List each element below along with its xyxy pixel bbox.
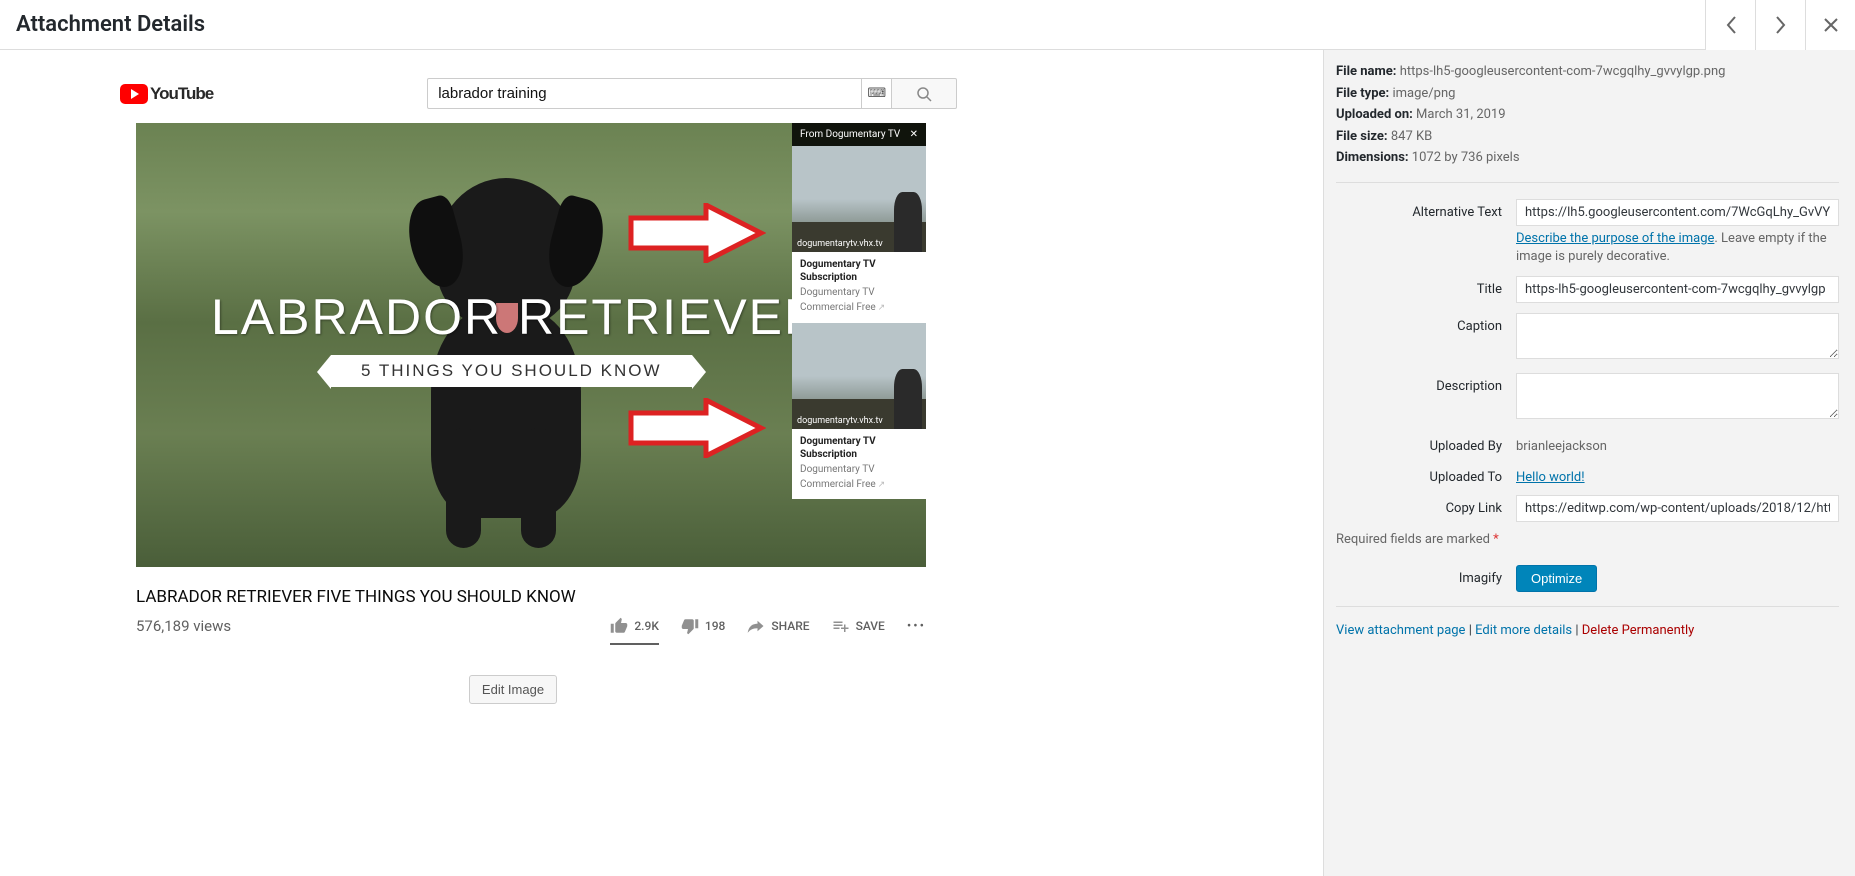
uploaded-by-label: Uploaded By [1336,433,1516,454]
description-label: Description [1336,373,1516,394]
youtube-logo: YouTube [120,84,213,104]
thumbnail-title: LABRADOR RETRIEVER [211,288,822,346]
meta-uploaded-on: March 31, 2019 [1416,107,1506,122]
header-nav [1705,0,1855,49]
caption-input[interactable] [1516,313,1839,359]
required-note: Required fields are marked * [1336,532,1839,547]
close-button[interactable] [1805,0,1855,50]
like-button: 2.9K [610,617,659,645]
meta-dimensions: 1072 by 736 pixels [1412,150,1520,165]
video-thumbnail: LABRADOR RETRIEVER 5 THINGS YOU SHOULD K… [136,123,926,567]
alt-text-input[interactable] [1516,199,1839,226]
delete-link[interactable]: Delete Permanently [1582,623,1695,638]
external-icon: ↗ [878,303,886,315]
arrow-icon [626,203,766,263]
more-icon: ••• [907,619,926,634]
caption-label: Caption [1336,313,1516,334]
edit-image-button[interactable]: Edit Image [469,675,557,704]
meta-filename: https-lh5-googleusercontent-com-7wcgqlhy… [1400,64,1726,79]
share-icon [747,617,765,635]
playlist-add-icon [832,617,850,635]
alt-help-link[interactable]: Describe the purpose of the image [1516,231,1714,246]
action-links: View attachment page | Edit more details… [1336,623,1839,638]
yt-search-input [427,78,862,109]
external-icon: ↗ [878,480,886,492]
uploaded-to-label: Uploaded To [1336,464,1516,485]
meta-filesize: 847 KB [1391,129,1432,144]
chevron-right-icon [1775,15,1787,35]
view-attachment-link[interactable]: View attachment page [1336,623,1465,638]
end-cards: From Dogumentary TV ✕ dogumentarytv.vhx.… [792,123,926,499]
description-input[interactable] [1516,373,1839,419]
keyboard-icon: ⌨ [862,78,892,109]
chevron-left-icon [1725,15,1737,35]
modal-title: Attachment Details [16,12,205,37]
imagify-label: Imagify [1336,565,1516,586]
video-title: LABRADOR RETRIEVER FIVE THINGS YOU SHOUL… [136,587,926,607]
optimize-button[interactable]: Optimize [1516,565,1597,592]
share-button: SHARE [747,617,809,635]
meta-filetype: image/png [1392,86,1455,101]
uploaded-to-link[interactable]: Hello world! [1516,470,1585,485]
title-input[interactable] [1516,276,1839,303]
copy-link-input[interactable] [1516,495,1839,522]
attachment-preview: YouTube ⌨ [0,50,1323,876]
thumb-down-icon [681,617,699,635]
prev-button[interactable] [1705,0,1755,50]
cards-from: From Dogumentary TV [800,129,900,140]
next-button[interactable] [1755,0,1805,50]
uploaded-by-value: brianleejackson [1516,433,1839,454]
thumb-up-icon [610,617,628,635]
cursor-icon: ➤ [1323,202,1324,218]
save-button-yt: SAVE [832,617,885,635]
arrow-icon [626,398,766,458]
dislike-button: 198 [681,617,725,635]
search-icon [916,86,932,102]
thumbnail-ribbon: 5 THINGS YOU SHOULD KNOW [331,355,692,387]
view-count: 576,189 views [136,617,231,635]
details-sidebar: ➤ File name: https-lh5-googleusercontent… [1323,50,1855,876]
close-icon [1823,17,1839,33]
modal-header: Attachment Details [0,0,1855,50]
yt-search-button [892,78,957,109]
title-label: Title [1336,276,1516,297]
copy-link-label: Copy Link [1336,495,1516,516]
alt-text-label: Alternative Text [1336,199,1516,220]
close-icon: ✕ [910,129,918,140]
edit-details-link[interactable]: Edit more details [1475,623,1572,638]
